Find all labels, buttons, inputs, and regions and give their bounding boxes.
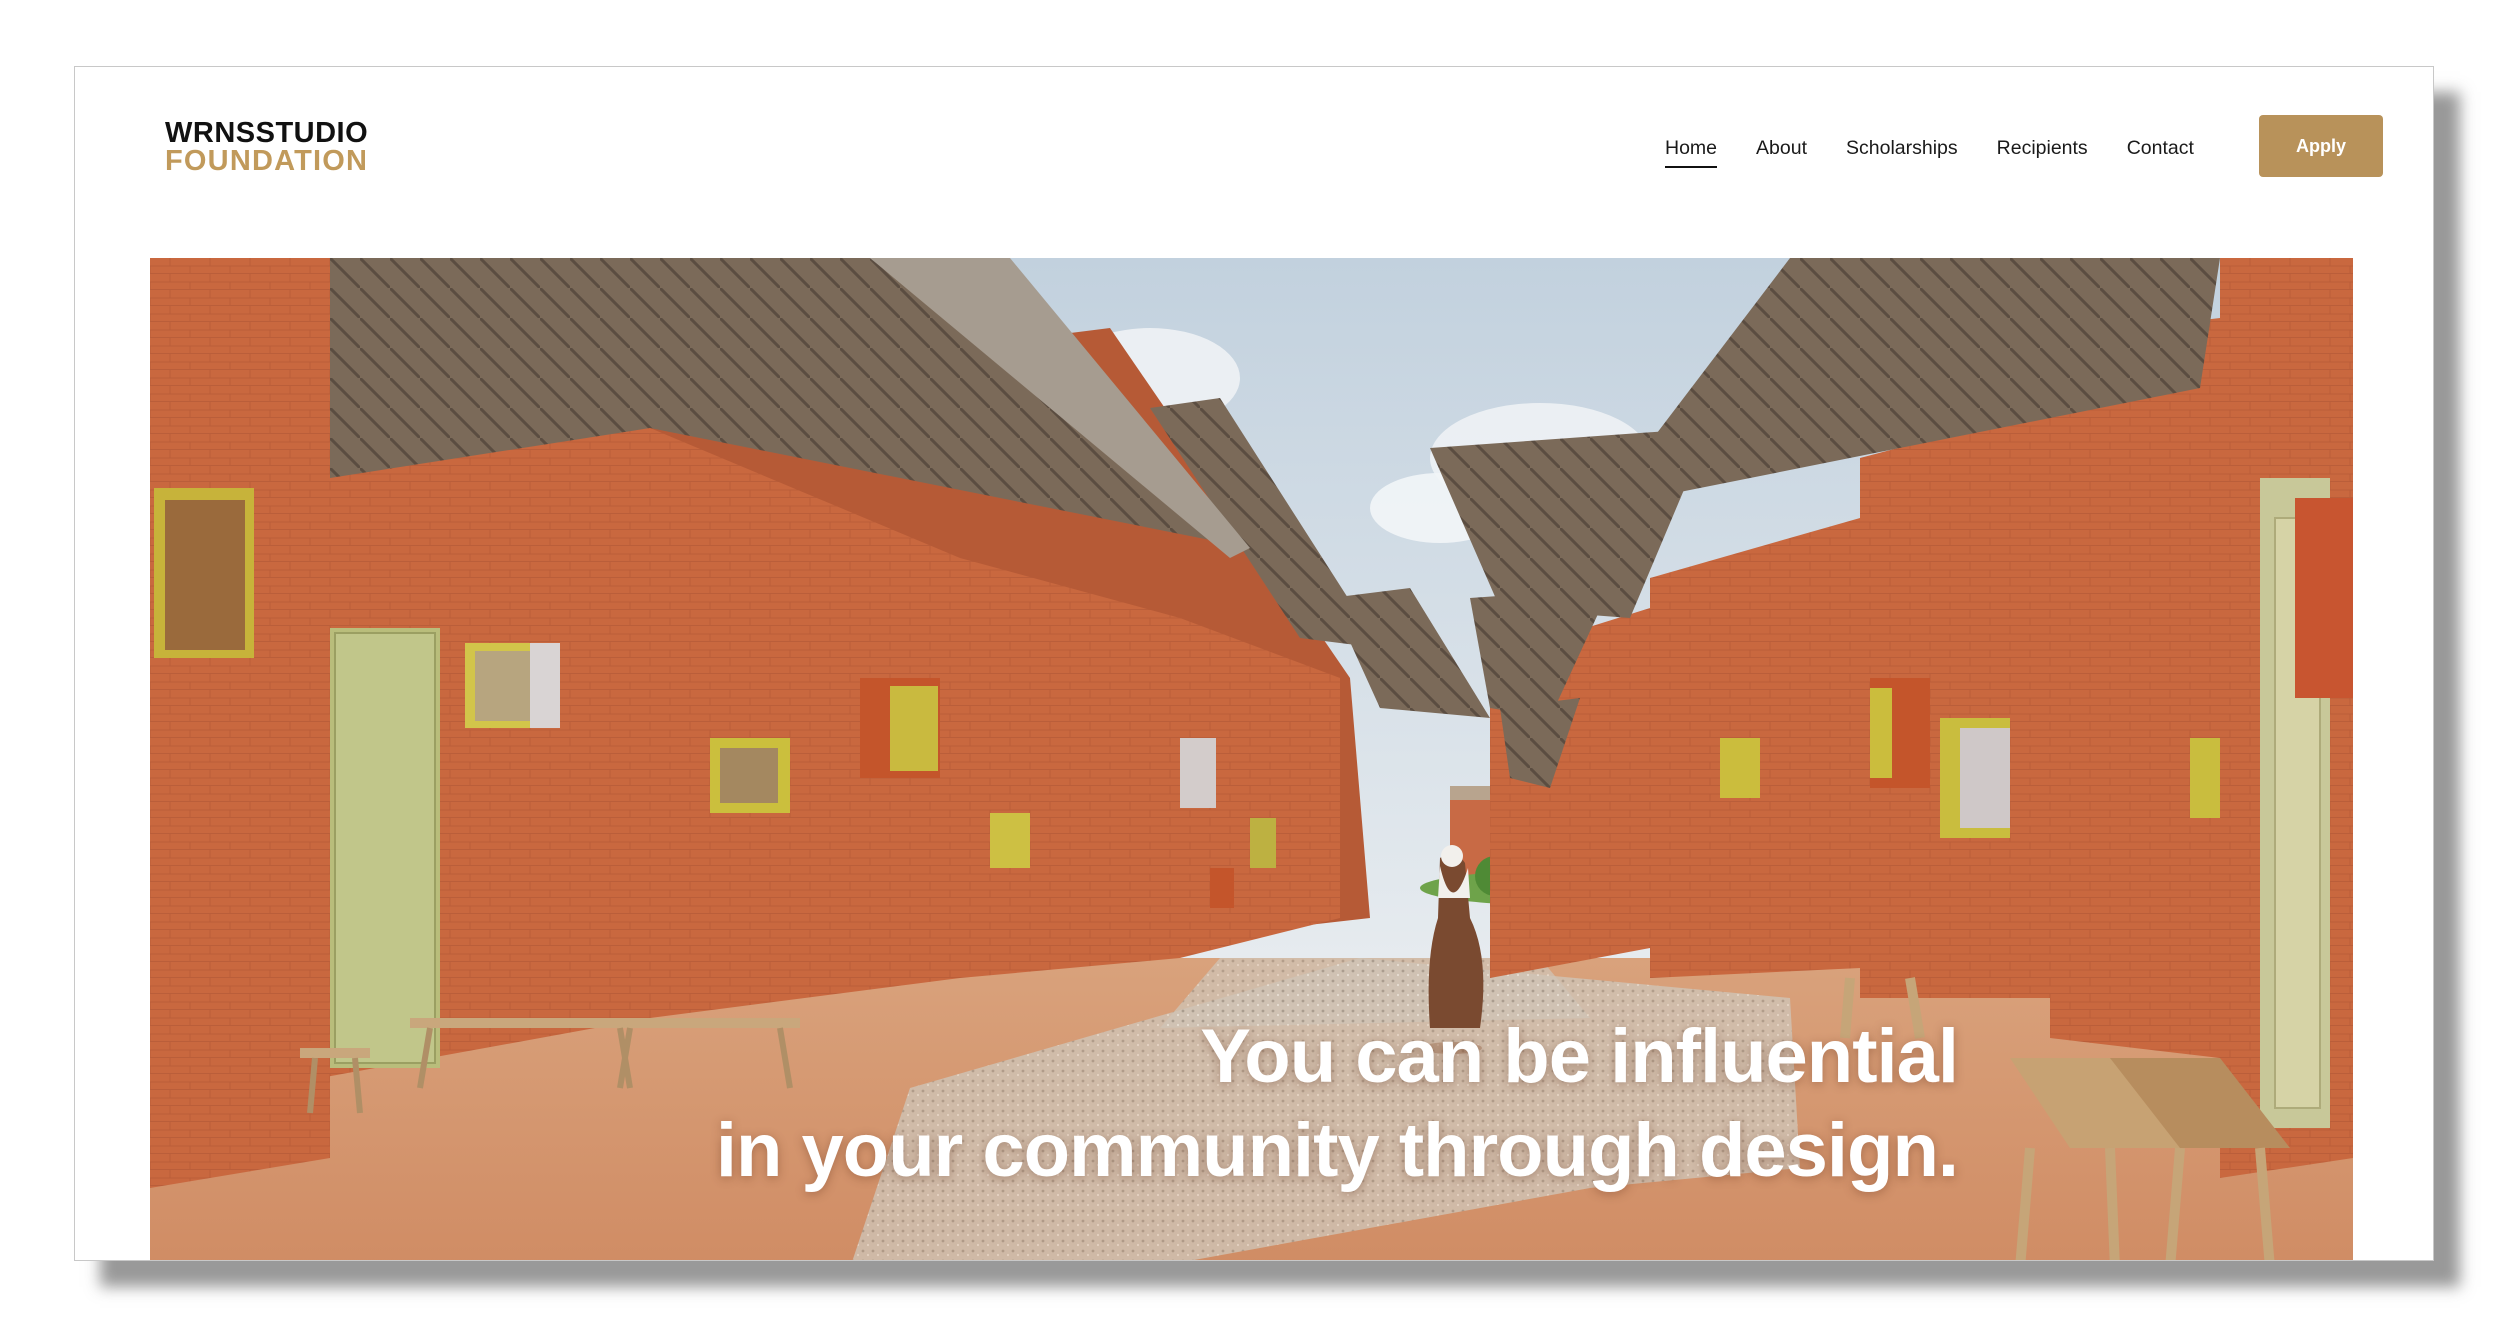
hero-headline-line-1: You can be influential [1200, 1014, 1959, 1099]
nav-recipients[interactable]: Recipients [1997, 137, 2088, 164]
nav-contact[interactable]: Contact [2127, 137, 2194, 164]
browser-window: WRNSSTUDIO FOUNDATION Home About Scholar… [74, 66, 2434, 1261]
main-nav: Home About Scholarships Recipients Conta… [1665, 137, 2233, 168]
hero-headline-line-2: in your community through design. [715, 1108, 1959, 1193]
foundation-logo[interactable]: WRNSSTUDIO FOUNDATION [165, 117, 369, 177]
nav-home[interactable]: Home [1665, 137, 1718, 168]
hero-headline: You can be influential in your community… [715, 1010, 1959, 1198]
logo-line-2: FOUNDATION [165, 145, 369, 177]
nav-about[interactable]: About [1756, 137, 1807, 164]
logo-line-1: WRNSSTUDIO [165, 117, 369, 149]
apply-button[interactable]: Apply [2259, 115, 2383, 177]
nav-scholarships[interactable]: Scholarships [1846, 137, 1958, 164]
hero-banner: You can be influential in your community… [150, 258, 2353, 1260]
